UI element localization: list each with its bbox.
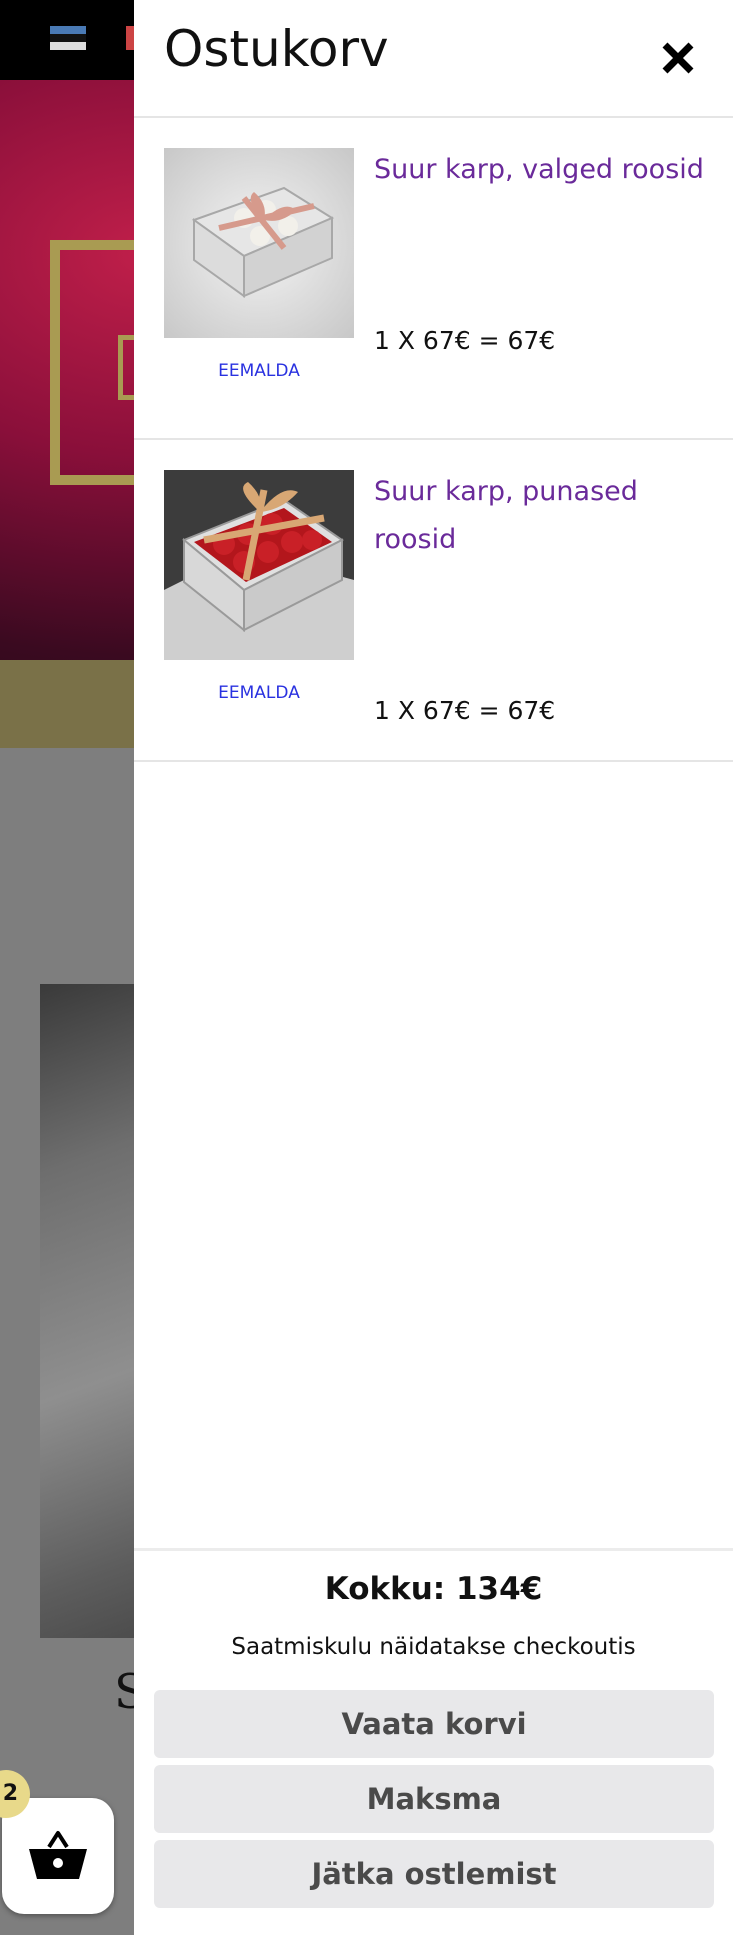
cart-drawer: Ostukorv EEMALDA Suur karp, valged roosi… <box>134 0 733 1935</box>
close-icon <box>662 42 694 74</box>
cart-title: Ostukorv <box>164 20 389 78</box>
estonian-flag-icon[interactable] <box>50 26 86 50</box>
item-price: 1 X 67€ = 67€ <box>374 696 556 725</box>
product-image-white-roses[interactable] <box>164 148 354 338</box>
remove-item-link[interactable]: EEMALDA <box>164 683 354 703</box>
basket-button[interactable] <box>2 1798 114 1914</box>
cart-header: Ostukorv <box>134 0 733 118</box>
cart-item: EEMALDA Suur karp, punased roosid 1 X 67… <box>134 440 733 762</box>
item-name-link[interactable]: Suur karp, punased roosid <box>374 468 704 564</box>
item-name-link[interactable]: Suur karp, valged roosid <box>374 146 704 194</box>
shipping-note: Saatmiskulu näidatakse checkoutis <box>231 1634 636 1660</box>
remove-item-link[interactable]: EEMALDA <box>164 361 354 381</box>
cart-item: EEMALDA Suur karp, valged roosid 1 X 67€… <box>134 118 733 440</box>
continue-shopping-button[interactable]: Jätka ostlemist <box>154 1840 714 1908</box>
product-image-red-roses[interactable] <box>164 470 354 660</box>
close-button[interactable] <box>658 38 698 78</box>
cart-total: Kokku: 134€ <box>324 1571 543 1607</box>
cart-footer: Kokku: 134€ Saatmiskulu näidatakse check… <box>134 1548 733 1935</box>
view-cart-button[interactable]: Vaata korvi <box>154 1690 714 1758</box>
item-price: 1 X 67€ = 67€ <box>374 326 556 355</box>
basket-icon <box>29 1831 87 1879</box>
checkout-button[interactable]: Maksma <box>154 1765 714 1833</box>
